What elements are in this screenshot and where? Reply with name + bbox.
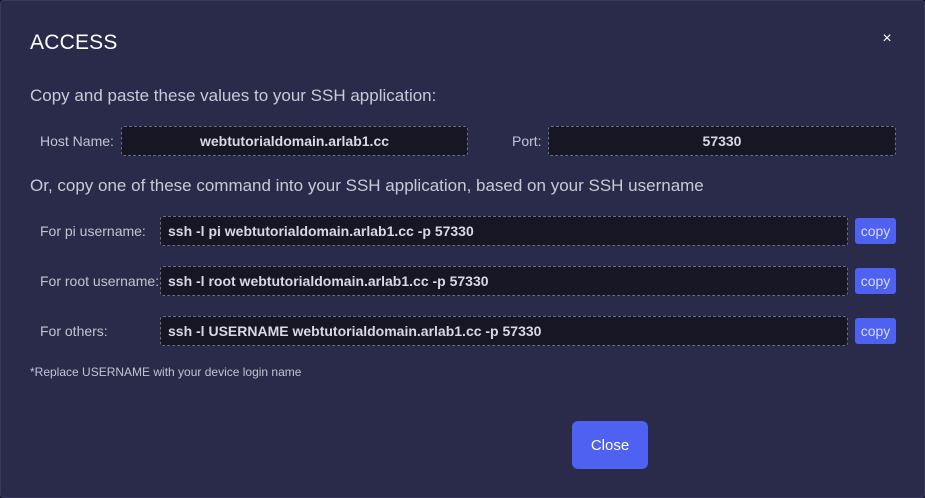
intro-text: Copy and paste these values to your SSH … [30,86,437,105]
pi-username-label: For pi username: [40,223,146,239]
close-icon[interactable]: × [878,30,896,48]
copy-root-command-button[interactable]: copy [855,268,896,294]
port-label: Port: [512,133,542,149]
commands-intro-text: Or, copy one of these command into your … [30,176,704,195]
copy-others-command-button[interactable]: copy [855,318,896,344]
others-username-label: For others: [40,323,108,339]
root-username-label: For root username: [40,273,160,289]
root-command-field[interactable]: ssh -l root webtutorialdomain.arlab1.cc … [160,266,848,296]
others-command-field[interactable]: ssh -l USERNAME webtutorialdomain.arlab1… [160,316,848,346]
close-button[interactable]: Close [572,421,648,469]
copy-pi-command-button[interactable]: copy [855,218,896,244]
host-name-field[interactable]: webtutorialdomain.arlab1.cc [121,126,468,156]
access-dialog: ACCESS × Copy and paste these values to … [0,0,925,498]
username-note: *Replace USERNAME with your device login… [30,365,302,379]
pi-command-field[interactable]: ssh -l pi webtutorialdomain.arlab1.cc -p… [160,216,848,246]
dialog-title: ACCESS [30,31,118,54]
port-field[interactable]: 57330 [548,126,896,156]
host-name-label: Host Name: [40,133,114,149]
